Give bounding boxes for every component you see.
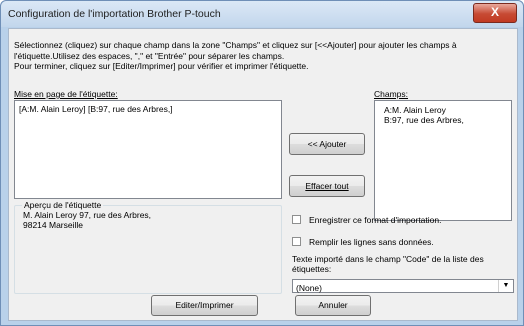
edit-print-button-label: Editer/Imprimer [175, 300, 234, 310]
add-button[interactable]: << Ajouter [289, 133, 365, 155]
layout-label: Mise en page de l'étiquette: [14, 89, 118, 99]
layout-label-text: Mise en page de l'étiquette: [14, 89, 118, 99]
code-field-value: (None) [296, 283, 322, 293]
preview-text: M. Alain Leroy 97, rue des Arbres, 98214… [23, 210, 152, 230]
fields-listbox[interactable]: A:M. Alain Leroy B:97, rue des Arbres, [374, 100, 512, 221]
dialog-window: Configuration de l'importation Brother P… [0, 0, 524, 326]
save-format-label: Enregistrer ce format d'importation. [309, 215, 442, 225]
field-item-a[interactable]: A:M. Alain Leroy [384, 105, 464, 115]
fields-label-text: Champs: [374, 89, 409, 99]
clear-all-button-label: Effacer tout [305, 181, 349, 191]
code-field-label: Texte importé dans le champ "Code" de la… [292, 254, 484, 274]
code-field-select[interactable]: (None) ▼ [292, 279, 514, 293]
fields-list: A:M. Alain Leroy B:97, rue des Arbres, [384, 105, 464, 125]
fill-empty-checkbox[interactable] [292, 237, 301, 246]
close-button[interactable]: X [473, 3, 517, 23]
preview-title: Aperçu de l'étiquette [22, 200, 104, 210]
field-item-b[interactable]: B:97, rue des Arbres, [384, 115, 464, 125]
layout-content: [A:M. Alain Leroy] [B:97, rue des Arbres… [19, 104, 173, 114]
save-format-checkbox[interactable] [292, 215, 301, 224]
fill-empty-label: Remplir les lignes sans données. [309, 237, 434, 247]
clear-all-button[interactable]: Effacer tout [289, 175, 365, 197]
instructions-text: Sélectionnez (cliquez) sur chaque champ … [14, 40, 457, 71]
add-button-label: << Ajouter [307, 139, 347, 149]
cancel-button-label: Annuler [318, 300, 348, 310]
title-bar[interactable]: Configuration de l'importation Brother P… [1, 1, 523, 27]
dialog-body: Sélectionnez (cliquez) sur chaque champ … [8, 28, 518, 321]
layout-textbox[interactable]: [A:M. Alain Leroy] [B:97, rue des Arbres… [14, 100, 282, 199]
window-title: Configuration de l'importation Brother P… [8, 8, 221, 20]
cancel-button[interactable]: Annuler [295, 295, 371, 316]
fields-label: Champs: [374, 89, 408, 99]
edit-print-button[interactable]: Editer/Imprimer [151, 295, 258, 316]
preview-group: Aperçu de l'étiquette M. Alain Leroy 97,… [14, 200, 282, 294]
dropdown-arrow-icon[interactable]: ▼ [498, 280, 513, 292]
